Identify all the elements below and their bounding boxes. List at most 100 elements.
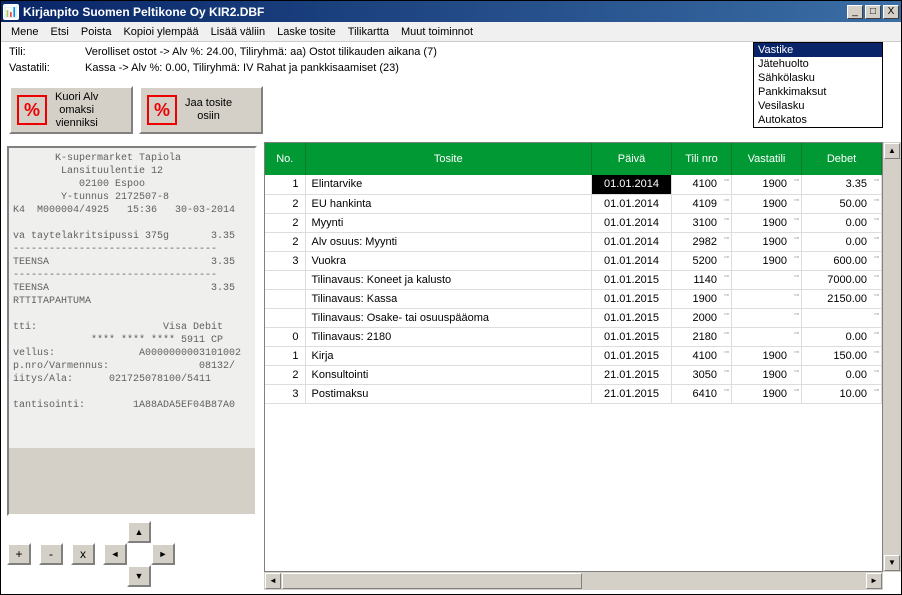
table-cell[interactable]: 1900▫▫ bbox=[672, 289, 732, 308]
table-cell[interactable]: 1900▫▫ bbox=[732, 365, 802, 384]
table-cell[interactable]: 2982▫▫ bbox=[672, 232, 732, 251]
table-row[interactable]: 3Vuokra01.01.20145200▫▫1900▫▫600.00▫▫ bbox=[265, 251, 882, 270]
receipt-preview[interactable]: K-supermarket Tapiola Lansituulentie 12 … bbox=[7, 146, 257, 516]
table-row[interactable]: 3Postimaksu21.01.20156410▫▫1900▫▫10.00▫▫ bbox=[265, 384, 882, 403]
scroll-down-button[interactable]: ▼ bbox=[884, 555, 900, 571]
arrow-right-button[interactable]: ► bbox=[151, 543, 175, 565]
table-cell[interactable]: 01.01.2014 bbox=[592, 194, 672, 213]
table-cell[interactable]: 2 bbox=[265, 213, 305, 232]
table-cell[interactable]: 4109▫▫ bbox=[672, 194, 732, 213]
table-cell[interactable]: 1900▫▫ bbox=[732, 346, 802, 365]
category-item[interactable]: Sähkölasku bbox=[754, 71, 882, 85]
scroll-up-button[interactable]: ▲ bbox=[884, 143, 900, 159]
table-cell[interactable]: 1900▫▫ bbox=[732, 194, 802, 213]
scroll-right-button[interactable]: ► bbox=[866, 573, 882, 589]
table-cell[interactable]: 2150.00▫▫ bbox=[802, 289, 882, 308]
table-cell[interactable]: 0.00▫▫ bbox=[802, 327, 882, 346]
table-cell[interactable]: 4100▫▫ bbox=[672, 175, 732, 194]
arrow-left-button[interactable]: ◄ bbox=[103, 543, 127, 565]
category-item[interactable]: Autokatos bbox=[754, 113, 882, 127]
table-cell[interactable]: 2180▫▫ bbox=[672, 327, 732, 346]
table-cell[interactable]: 3.35▫▫ bbox=[802, 175, 882, 194]
table-cell[interactable]: 1 bbox=[265, 346, 305, 365]
table-cell[interactable]: Tilinavaus: Koneet ja kalusto bbox=[305, 270, 592, 289]
table-cell[interactable]: 5200▫▫ bbox=[672, 251, 732, 270]
column-header[interactable]: No. bbox=[265, 143, 305, 175]
table-cell[interactable]: ▫▫ bbox=[732, 289, 802, 308]
menu-muut[interactable]: Muut toiminnot bbox=[395, 24, 479, 40]
table-cell[interactable]: 0.00▫▫ bbox=[802, 213, 882, 232]
scroll-thumb[interactable] bbox=[282, 573, 582, 589]
table-cell[interactable]: 01.01.2014 bbox=[592, 175, 672, 194]
jaa-tosite-button[interactable]: % Jaa tositeosiin bbox=[139, 86, 263, 134]
table-cell[interactable]: 1140▫▫ bbox=[672, 270, 732, 289]
table-cell[interactable]: ▫▫ bbox=[732, 308, 802, 327]
column-header[interactable]: Debet bbox=[802, 143, 882, 175]
x-button[interactable]: x bbox=[71, 543, 95, 565]
plus-button[interactable]: + bbox=[7, 543, 31, 565]
table-cell[interactable]: 2000▫▫ bbox=[672, 308, 732, 327]
column-header[interactable]: Vastatili bbox=[732, 143, 802, 175]
table-cell[interactable]: 6410▫▫ bbox=[672, 384, 732, 403]
table-cell[interactable]: Alv osuus: Myynti bbox=[305, 232, 592, 251]
table-cell[interactable]: 3 bbox=[265, 384, 305, 403]
table-cell[interactable]: 1 bbox=[265, 175, 305, 194]
table-row[interactable]: 0Tilinavaus: 218001.01.20152180▫▫▫▫0.00▫… bbox=[265, 327, 882, 346]
column-header[interactable]: Päivä bbox=[592, 143, 672, 175]
table-row[interactable]: 2EU hankinta01.01.20144109▫▫1900▫▫50.00▫… bbox=[265, 194, 882, 213]
table-cell[interactable]: 1900▫▫ bbox=[732, 251, 802, 270]
menu-etsi[interactable]: Etsi bbox=[45, 24, 75, 40]
entries-table[interactable]: No.TositePäiväTili nroVastatiliDebet 1El… bbox=[265, 143, 882, 404]
arrow-up-button[interactable]: ▲ bbox=[127, 521, 151, 543]
table-cell[interactable]: 600.00▫▫ bbox=[802, 251, 882, 270]
table-cell[interactable]: Kirja bbox=[305, 346, 592, 365]
table-cell[interactable]: 1900▫▫ bbox=[732, 175, 802, 194]
table-cell[interactable]: 01.01.2015 bbox=[592, 308, 672, 327]
table-row[interactable]: 1Elintarvike01.01.20144100▫▫1900▫▫3.35▫▫ bbox=[265, 175, 882, 194]
table-cell[interactable]: 4100▫▫ bbox=[672, 346, 732, 365]
table-cell[interactable]: 1900▫▫ bbox=[732, 213, 802, 232]
table-cell[interactable]: 7000.00▫▫ bbox=[802, 270, 882, 289]
table-cell[interactable]: 3100▫▫ bbox=[672, 213, 732, 232]
table-row[interactable]: Tilinavaus: Kassa01.01.20151900▫▫▫▫2150.… bbox=[265, 289, 882, 308]
table-cell[interactable]: 0.00▫▫ bbox=[802, 232, 882, 251]
table-cell[interactable]: 01.01.2014 bbox=[592, 251, 672, 270]
table-cell[interactable]: Postimaksu bbox=[305, 384, 592, 403]
table-cell[interactable] bbox=[265, 289, 305, 308]
table-cell[interactable]: 1900▫▫ bbox=[732, 232, 802, 251]
table-cell[interactable]: 3 bbox=[265, 251, 305, 270]
table-cell[interactable]: 01.01.2015 bbox=[592, 270, 672, 289]
minimize-button[interactable]: _ bbox=[847, 5, 863, 19]
table-cell[interactable]: 21.01.2015 bbox=[592, 365, 672, 384]
table-cell[interactable]: 0 bbox=[265, 327, 305, 346]
category-item[interactable]: Vastike bbox=[754, 43, 882, 57]
table-cell[interactable]: 01.01.2014 bbox=[592, 232, 672, 251]
table-cell[interactable]: 10.00▫▫ bbox=[802, 384, 882, 403]
table-cell[interactable] bbox=[265, 308, 305, 327]
menu-laske[interactable]: Laske tosite bbox=[271, 24, 342, 40]
category-item[interactable]: Vesilasku bbox=[754, 99, 882, 113]
column-header[interactable]: Tili nro bbox=[672, 143, 732, 175]
table-cell[interactable]: 01.01.2015 bbox=[592, 327, 672, 346]
category-list[interactable]: VastikeJätehuoltoSähkölaskuPankkimaksutV… bbox=[753, 42, 883, 128]
table-cell[interactable]: Myynti bbox=[305, 213, 592, 232]
arrow-down-button[interactable]: ▼ bbox=[127, 565, 151, 587]
minus-button[interactable]: - bbox=[39, 543, 63, 565]
table-row[interactable]: 2Alv osuus: Myynti01.01.20142982▫▫1900▫▫… bbox=[265, 232, 882, 251]
category-item[interactable]: Pankkimaksut bbox=[754, 85, 882, 99]
table-row[interactable]: 1Kirja01.01.20154100▫▫1900▫▫150.00▫▫ bbox=[265, 346, 882, 365]
table-cell[interactable]: ▫▫ bbox=[802, 308, 882, 327]
table-cell[interactable]: 01.01.2015 bbox=[592, 346, 672, 365]
menu-kopioi[interactable]: Kopioi ylempää bbox=[117, 24, 204, 40]
table-cell[interactable]: ▫▫ bbox=[732, 327, 802, 346]
menu-mene[interactable]: Mene bbox=[5, 24, 45, 40]
table-cell[interactable]: 0.00▫▫ bbox=[802, 365, 882, 384]
table-cell[interactable]: 50.00▫▫ bbox=[802, 194, 882, 213]
table-cell[interactable]: 2 bbox=[265, 232, 305, 251]
category-item[interactable]: Jätehuolto bbox=[754, 57, 882, 71]
scroll-left-button[interactable]: ◄ bbox=[265, 573, 281, 589]
kuori-alv-button[interactable]: % Kuori Alvomaksivienniksi bbox=[9, 86, 133, 134]
table-cell[interactable]: 2 bbox=[265, 194, 305, 213]
table-cell[interactable]: Tilinavaus: Osake- tai osuuspääoma bbox=[305, 308, 592, 327]
table-cell[interactable]: 21.01.2015 bbox=[592, 384, 672, 403]
